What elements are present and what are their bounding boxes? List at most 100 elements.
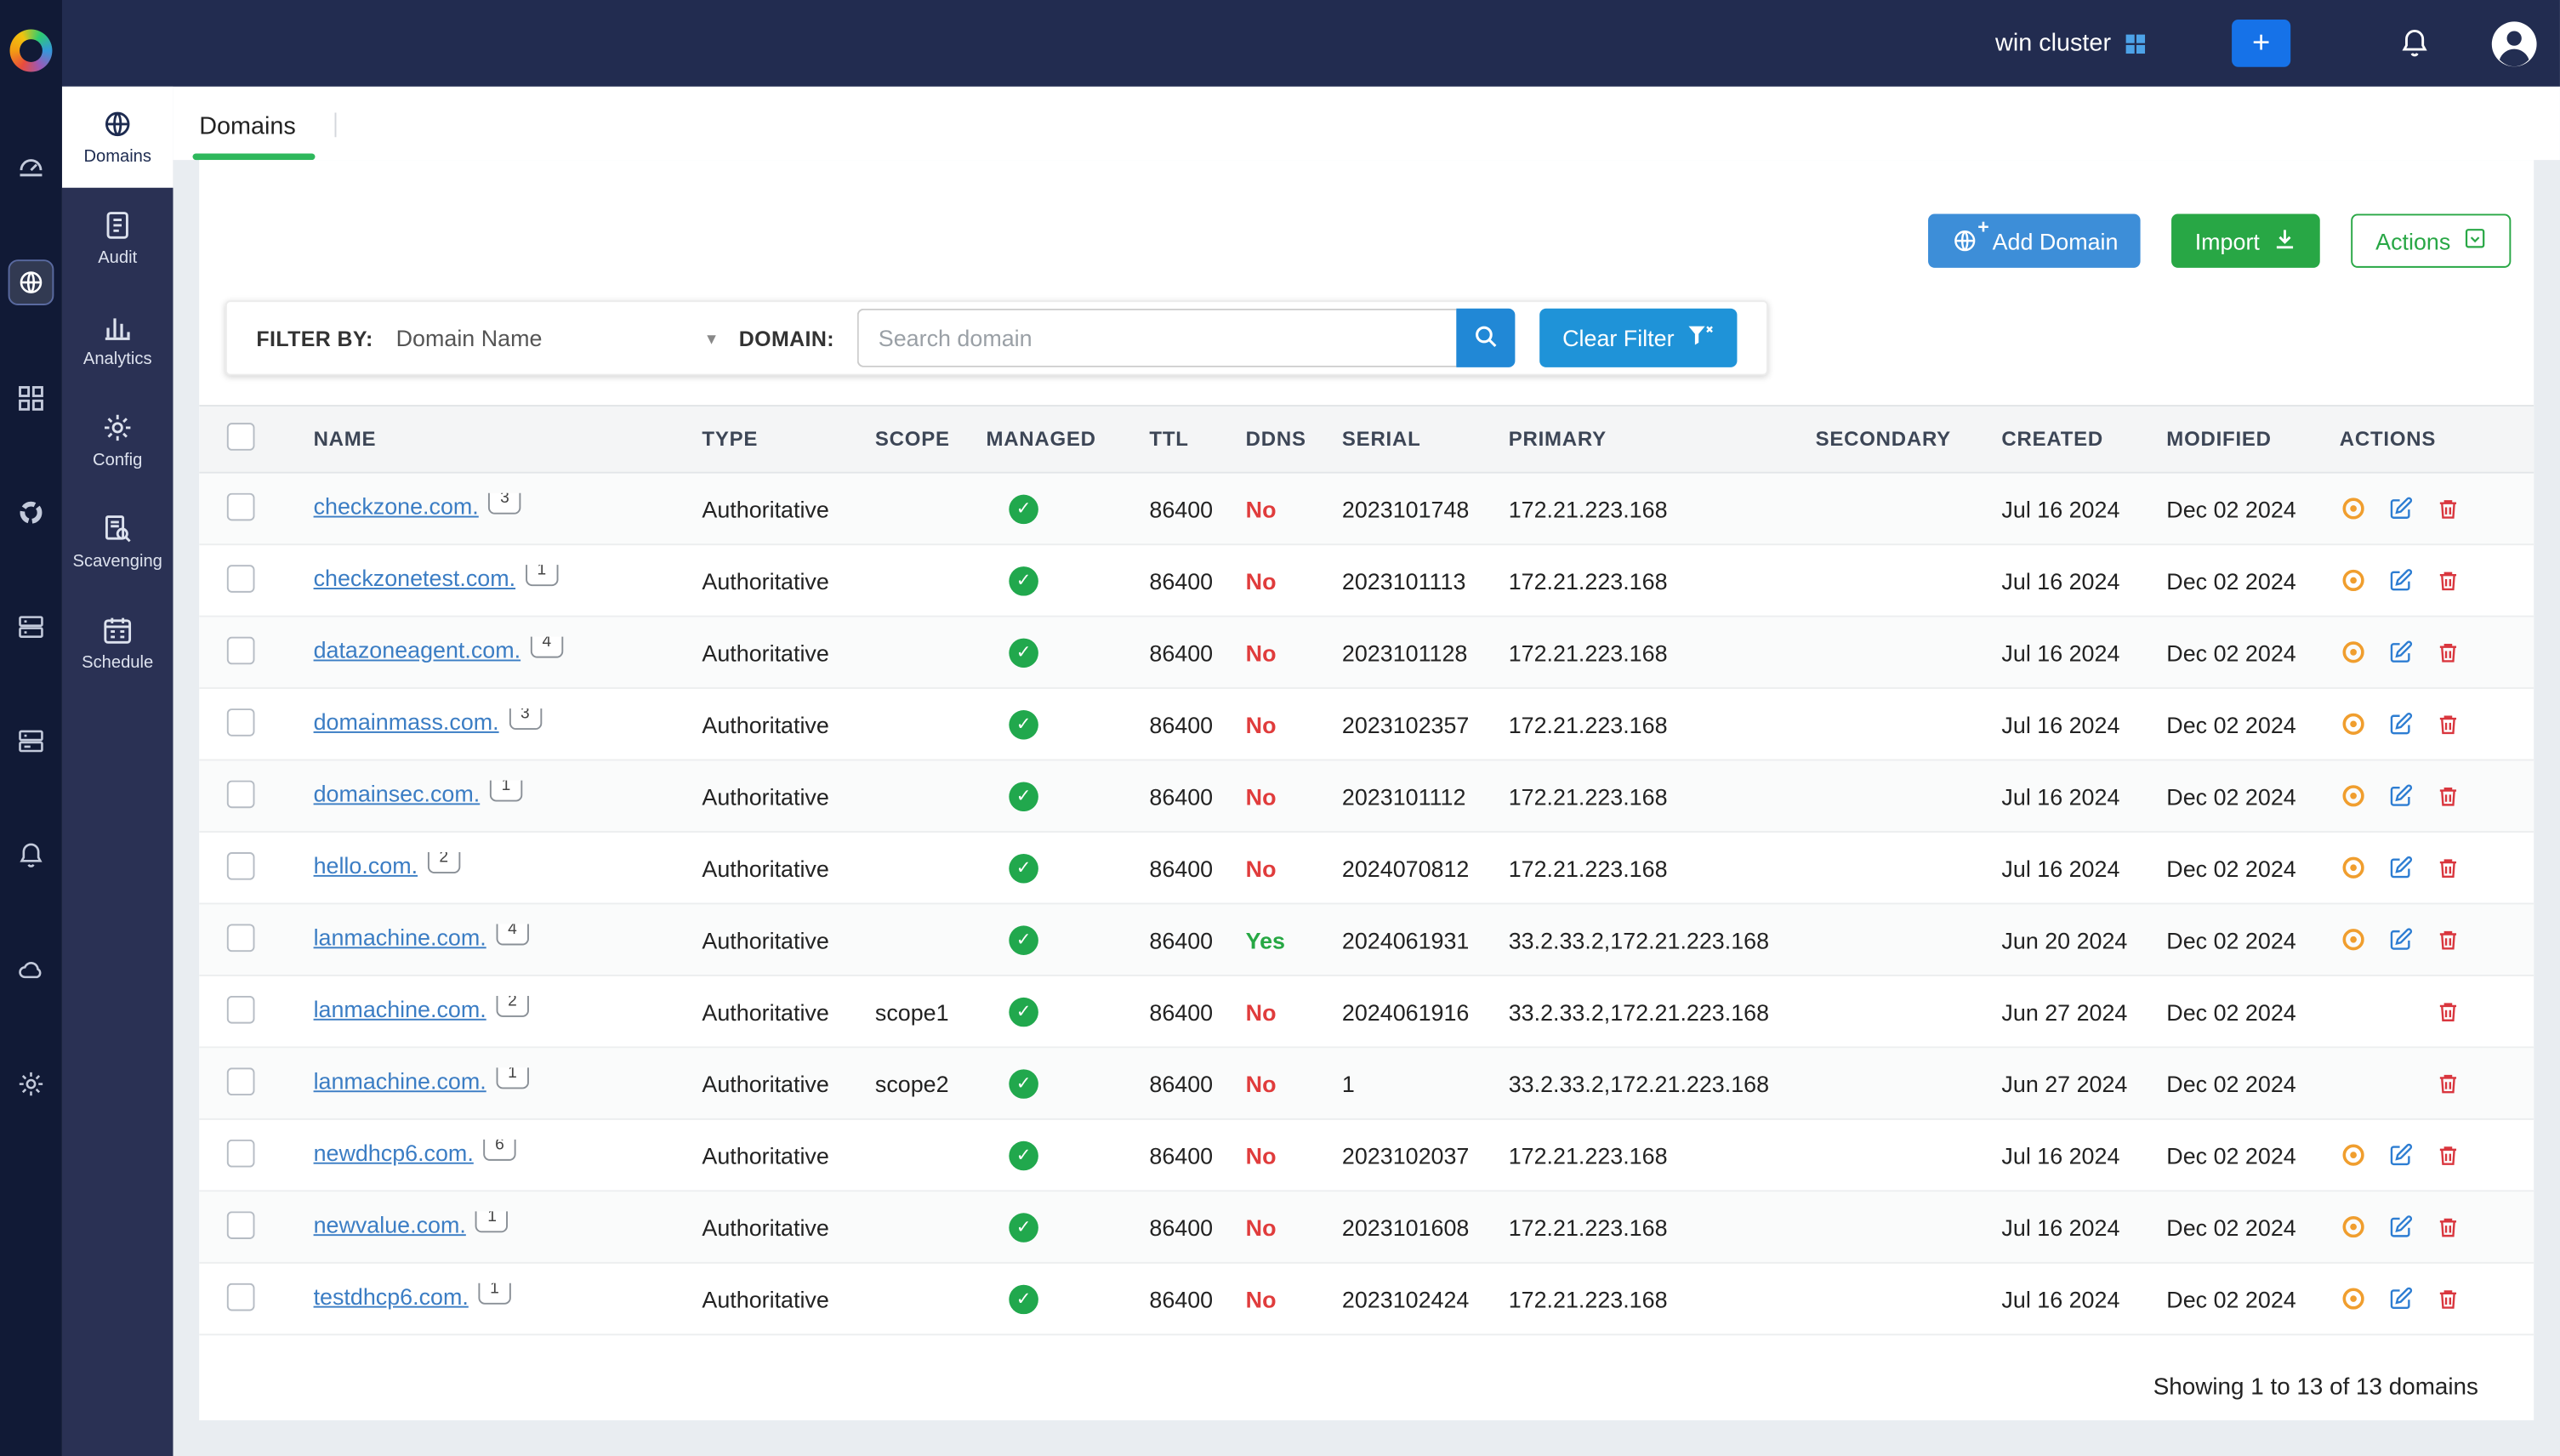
domain-link[interactable]: checkzonetest.com. — [314, 564, 516, 590]
managed-check-icon: ✓ — [1009, 1069, 1038, 1099]
analytics-donut-icon[interactable] — [10, 492, 53, 534]
row-checkbox[interactable] — [227, 851, 255, 879]
quick-add-button[interactable]: + — [2232, 20, 2290, 67]
delete-icon[interactable] — [2434, 711, 2460, 737]
domain-link[interactable]: lanmachine.com. — [314, 924, 486, 950]
modules-grid-icon[interactable] — [10, 377, 53, 419]
edit-icon[interactable] — [2386, 496, 2413, 522]
edit-icon[interactable] — [2386, 926, 2413, 953]
edit-icon[interactable] — [2386, 782, 2413, 809]
sidebar-item-scavenging[interactable]: Scavenging — [62, 492, 174, 593]
delete-icon[interactable] — [2434, 567, 2460, 594]
import-button[interactable]: Import — [2172, 213, 2320, 267]
server-import-icon[interactable] — [10, 720, 53, 763]
sidebar-item-domains[interactable]: Domains — [62, 87, 174, 188]
row-checkbox[interactable] — [227, 995, 255, 1023]
edit-icon[interactable] — [2386, 567, 2413, 594]
row-checkbox[interactable] — [227, 492, 255, 520]
disable-icon[interactable] — [2340, 1214, 2366, 1240]
tab-domains[interactable]: Domains — [199, 112, 328, 160]
domain-link[interactable]: lanmachine.com. — [314, 1066, 486, 1093]
sidebar-item-config[interactable]: Config — [62, 390, 174, 492]
disable-icon[interactable] — [2340, 640, 2366, 666]
actions-cell — [2320, 567, 2534, 594]
user-avatar[interactable] — [2489, 19, 2539, 68]
domain-link[interactable]: domainmass.com. — [314, 708, 499, 734]
actions-button[interactable]: Actions — [2351, 213, 2511, 267]
edit-icon[interactable] — [2386, 711, 2413, 737]
row-checkbox[interactable] — [227, 1139, 255, 1167]
notifications-bell-icon[interactable] — [10, 834, 53, 877]
add-domain-label: Add Domain — [1993, 228, 2119, 254]
edit-icon[interactable] — [2386, 1214, 2413, 1240]
serial-cell: 2023101112 — [1323, 782, 1489, 809]
row-checkbox[interactable] — [227, 780, 255, 808]
cloud-icon[interactable] — [10, 948, 53, 991]
delete-icon[interactable] — [2434, 855, 2460, 881]
clear-filter-button[interactable]: Clear Filter — [1539, 309, 1736, 367]
row-checkbox[interactable] — [227, 636, 255, 664]
col-serial: SERIAL — [1323, 428, 1489, 451]
delete-icon[interactable] — [2434, 1214, 2460, 1240]
col-name: NAME — [294, 428, 683, 451]
disable-icon[interactable] — [2340, 926, 2366, 953]
cluster-grid-icon[interactable] — [2124, 31, 2147, 54]
search-button[interactable] — [1456, 309, 1515, 367]
sidebar-item-label: Scavenging — [73, 552, 162, 572]
edit-icon[interactable] — [2386, 1286, 2413, 1312]
delete-icon[interactable] — [2434, 496, 2460, 522]
delete-icon[interactable] — [2434, 1142, 2460, 1169]
ttl-cell: 86400 — [1129, 1286, 1226, 1312]
filter-by-select[interactable]: Domain Name ▾ — [396, 325, 716, 351]
disable-icon[interactable] — [2340, 567, 2366, 594]
search-input[interactable] — [857, 309, 1456, 367]
edit-icon[interactable] — [2386, 855, 2413, 881]
select-all-checkbox[interactable] — [227, 423, 255, 451]
notifications-bell-icon[interactable] — [2398, 26, 2431, 60]
disable-icon[interactable] — [2340, 1142, 2366, 1169]
delete-icon[interactable] — [2434, 782, 2460, 809]
row-checkbox[interactable] — [227, 1283, 255, 1311]
domain-link[interactable]: datazoneagent.com. — [314, 636, 521, 663]
delete-icon[interactable] — [2434, 1286, 2460, 1312]
serial-cell: 2023102357 — [1323, 711, 1489, 737]
col-managed: MANAGED — [966, 428, 1129, 451]
sidebar-item-analytics[interactable]: Analytics — [62, 289, 174, 390]
disable-icon[interactable] — [2340, 855, 2366, 881]
dns-module-icon[interactable] — [9, 259, 54, 305]
domain-link[interactable]: domainsec.com. — [314, 780, 481, 806]
disable-icon[interactable] — [2340, 496, 2366, 522]
row-checkbox[interactable] — [227, 1066, 255, 1095]
domain-link[interactable]: hello.com. — [314, 851, 418, 878]
row-checkbox[interactable] — [227, 564, 255, 592]
row-checkbox[interactable] — [227, 924, 255, 952]
delete-icon[interactable] — [2434, 640, 2460, 666]
filter-by-label: FILTER BY: — [256, 326, 373, 350]
sidebar-item-audit[interactable]: Audit — [62, 188, 174, 289]
managed-check-icon: ✓ — [1009, 494, 1038, 524]
serial-cell: 2023101608 — [1323, 1214, 1489, 1240]
primary-cell: 172.21.223.168 — [1489, 1286, 1796, 1312]
edit-icon[interactable] — [2386, 1142, 2413, 1169]
domain-link[interactable]: testdhcp6.com. — [314, 1283, 469, 1309]
disable-icon[interactable] — [2340, 782, 2366, 809]
delete-icon[interactable] — [2434, 998, 2460, 1025]
domain-link[interactable]: checkzone.com. — [314, 492, 479, 519]
primary-cell: 33.2.33.2,172.21.223.168 — [1489, 926, 1796, 953]
disable-icon[interactable] — [2340, 711, 2366, 737]
add-domain-button[interactable]: + Add Domain — [1929, 213, 2142, 267]
settings-tools-icon[interactable] — [10, 1063, 53, 1106]
dashboard-gauge-icon[interactable] — [10, 145, 53, 188]
domain-link[interactable]: newdhcp6.com. — [314, 1139, 474, 1165]
disable-icon[interactable] — [2340, 1286, 2366, 1312]
row-checkbox[interactable] — [227, 708, 255, 736]
sidebar-item-schedule[interactable]: Schedule — [62, 593, 174, 694]
delete-icon[interactable] — [2434, 1070, 2460, 1096]
sidebar-item-label: Audit — [98, 248, 137, 268]
edit-icon[interactable] — [2386, 640, 2413, 666]
domain-link[interactable]: newvalue.com. — [314, 1210, 466, 1237]
domain-link[interactable]: lanmachine.com. — [314, 995, 486, 1021]
row-checkbox[interactable] — [227, 1210, 255, 1238]
delete-icon[interactable] — [2434, 926, 2460, 953]
server-export-icon[interactable] — [10, 606, 53, 648]
